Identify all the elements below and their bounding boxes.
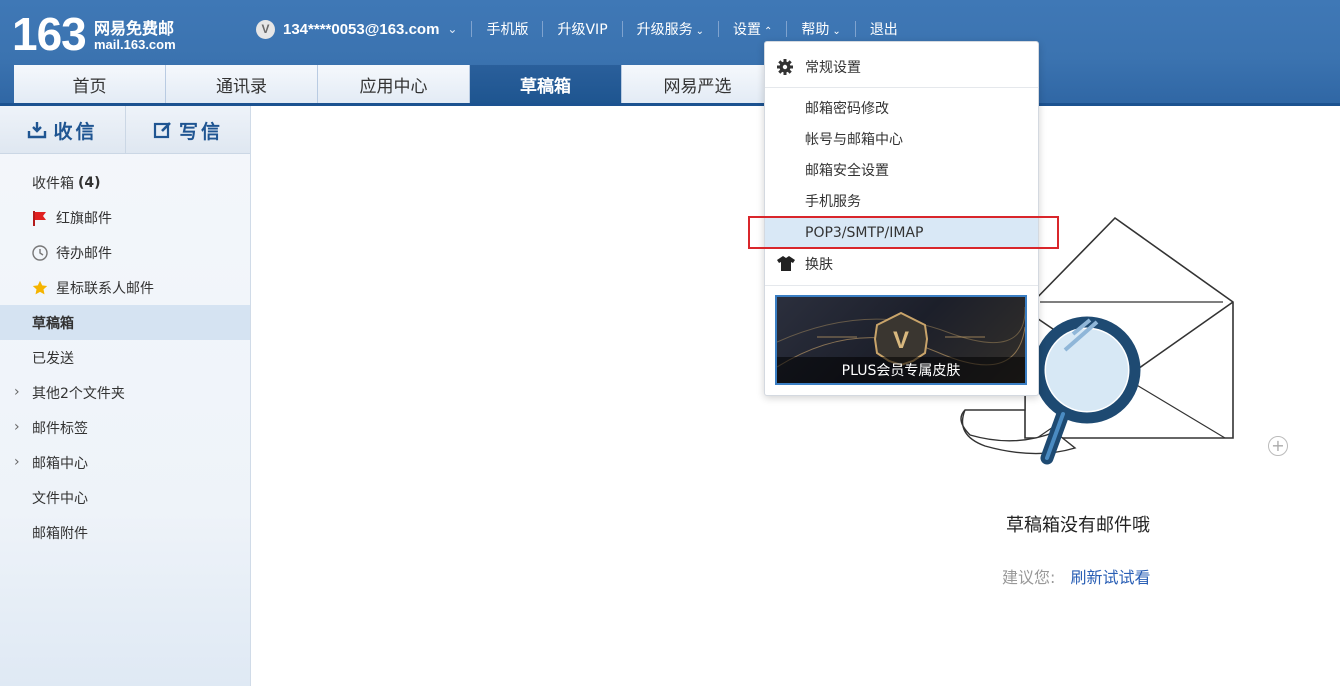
empty-state-title: 草稿箱没有邮件哦 [1006,515,1150,536]
clock-icon [32,245,48,261]
nav-mobile[interactable]: 手机版 [486,19,528,39]
folder-list: 收件箱 (4) 红旗邮件 待办邮件 星标联系人邮件 草稿箱 已发送 › 其他2个… [0,165,250,550]
compose-bar: 收信 写信 [0,106,250,154]
red-flag-icon [33,211,46,226]
folder-flagged-label: 红旗邮件 [56,210,112,227]
write-button[interactable]: 写信 [125,106,250,154]
nav-upgrade-service-label: 升级服务 [636,22,693,38]
tab-yanxuan-label: 网易严选 [663,76,732,97]
app-header: 163 网易免费邮 mail.163.com V 134****0053@163… [0,0,1340,106]
nav-settings[interactable]: 设置 ⌃ [733,19,772,39]
empty-hint-label: 建议您: [1002,568,1056,587]
folder-file-center[interactable]: 文件中心 [0,480,250,515]
nav-divider [718,21,720,37]
folder-todo[interactable]: 待办邮件 [0,235,250,270]
general-settings-item[interactable]: 常规设置 [765,52,1038,82]
general-settings-label: 常规设置 [805,60,861,76]
folder-inbox-label: 收件箱 [32,175,74,192]
folder-drafts[interactable]: 草稿箱 [0,305,250,340]
nav-divider [471,21,473,37]
menu-mobile-service[interactable]: 手机服务 [765,185,1038,216]
account-email[interactable]: 134****0053@163.com [283,21,439,38]
vip-badge-icon[interactable]: V [256,19,275,39]
nav-upgrade-service[interactable]: 升级服务 ⌄ [637,19,704,39]
sidebar: 收信 写信 收件箱 (4) 红旗邮件 待办邮件 星标联系人邮件 草稿箱 已发送 [0,106,251,686]
nav-divider [786,21,788,37]
chevron-down-icon: ⌄ [695,26,705,37]
gear-icon [777,59,793,75]
pop3-highlight-frame [748,216,1059,249]
plus-skin-label: PLUS会员专属皮肤 [777,357,1025,383]
nav-divider [621,21,623,37]
refresh-link[interactable]: 刷新试试看 [1071,568,1151,587]
menu-divider [765,87,1038,88]
tab-home[interactable]: 首页 [14,65,166,103]
nav-divider [542,21,544,37]
nav-divider [854,21,856,37]
chevron-up-icon: ⌃ [764,26,773,37]
add-circle-icon[interactable]: + [1268,436,1288,456]
svg-text:V: V [893,327,909,354]
folder-tags[interactable]: › 邮件标签 [0,410,250,445]
logo-en[interactable]: mail.163.com [94,37,176,52]
nav-upgrade-vip[interactable]: 升级VIP [557,19,607,39]
chevron-down-icon: ⌄ [832,26,841,37]
receive-label: 收信 [53,120,98,143]
folder-attachments[interactable]: 邮箱附件 [0,515,250,550]
nav-settings-label: 设置 [733,22,762,38]
chevron-right-icon[interactable]: › [14,454,20,470]
logo-number[interactable]: 163 [12,8,87,60]
main-tabs: 首页 通讯录 应用中心 草稿箱 网易严选 × [14,65,783,103]
folder-inbox[interactable]: 收件箱 (4) [0,165,250,200]
folder-flagged[interactable]: 红旗邮件 [0,200,250,235]
folder-starred-label: 星标联系人邮件 [56,280,154,297]
empty-state-hint: 建议您: 刷新试试看 [1002,564,1151,588]
tab-drafts[interactable]: 草稿箱 [470,65,622,103]
folder-starred-contacts[interactable]: 星标联系人邮件 [0,270,250,305]
nav-help-label: 帮助 [801,22,830,38]
tab-app-center[interactable]: 应用中心 [318,65,470,103]
folder-mail-center[interactable]: › 邮箱中心 [0,445,250,480]
compose-pencil-icon [153,122,171,139]
folder-other-label: 其他2个文件夹 [32,385,125,402]
account-chevron-down-icon[interactable]: ⌄ [447,22,457,36]
star-icon [32,280,48,295]
folder-other[interactable]: › 其他2个文件夹 [0,375,250,410]
chevron-right-icon[interactable]: › [14,419,20,435]
menu-change-skin-label: 换肤 [805,256,833,273]
tab-yanxuan[interactable]: 网易严选 × [622,65,783,103]
nav-help[interactable]: 帮助 ⌄ [801,19,840,39]
receive-button[interactable]: 收信 [0,106,125,154]
menu-password-change[interactable]: 邮箱密码修改 [765,92,1038,123]
write-label: 写信 [178,120,223,143]
plus-skin-card[interactable]: V PLUS会员专属皮肤 [775,295,1027,385]
menu-change-skin[interactable]: 换肤 [765,248,1038,279]
menu-divider [765,285,1038,286]
menu-account-center[interactable]: 帐号与邮箱中心 [765,123,1038,154]
chevron-right-icon[interactable]: › [14,384,20,400]
folder-tags-label: 邮件标签 [32,420,88,437]
nav-logout[interactable]: 退出 [870,19,898,39]
menu-security-settings[interactable]: 邮箱安全设置 [765,154,1038,185]
folder-todo-label: 待办邮件 [56,245,112,262]
top-nav: V 134****0053@163.com ⌄ 手机版 升级VIP 升级服务 ⌄ … [256,17,898,41]
logo-cn[interactable]: 网易免费邮 [94,15,174,39]
folder-sent[interactable]: 已发送 [0,340,250,375]
tab-contacts[interactable]: 通讯录 [166,65,318,103]
tshirt-icon [777,256,795,271]
unread-count: (4) [78,174,101,191]
inbox-download-icon [28,122,47,139]
folder-mail-center-label: 邮箱中心 [32,455,88,472]
